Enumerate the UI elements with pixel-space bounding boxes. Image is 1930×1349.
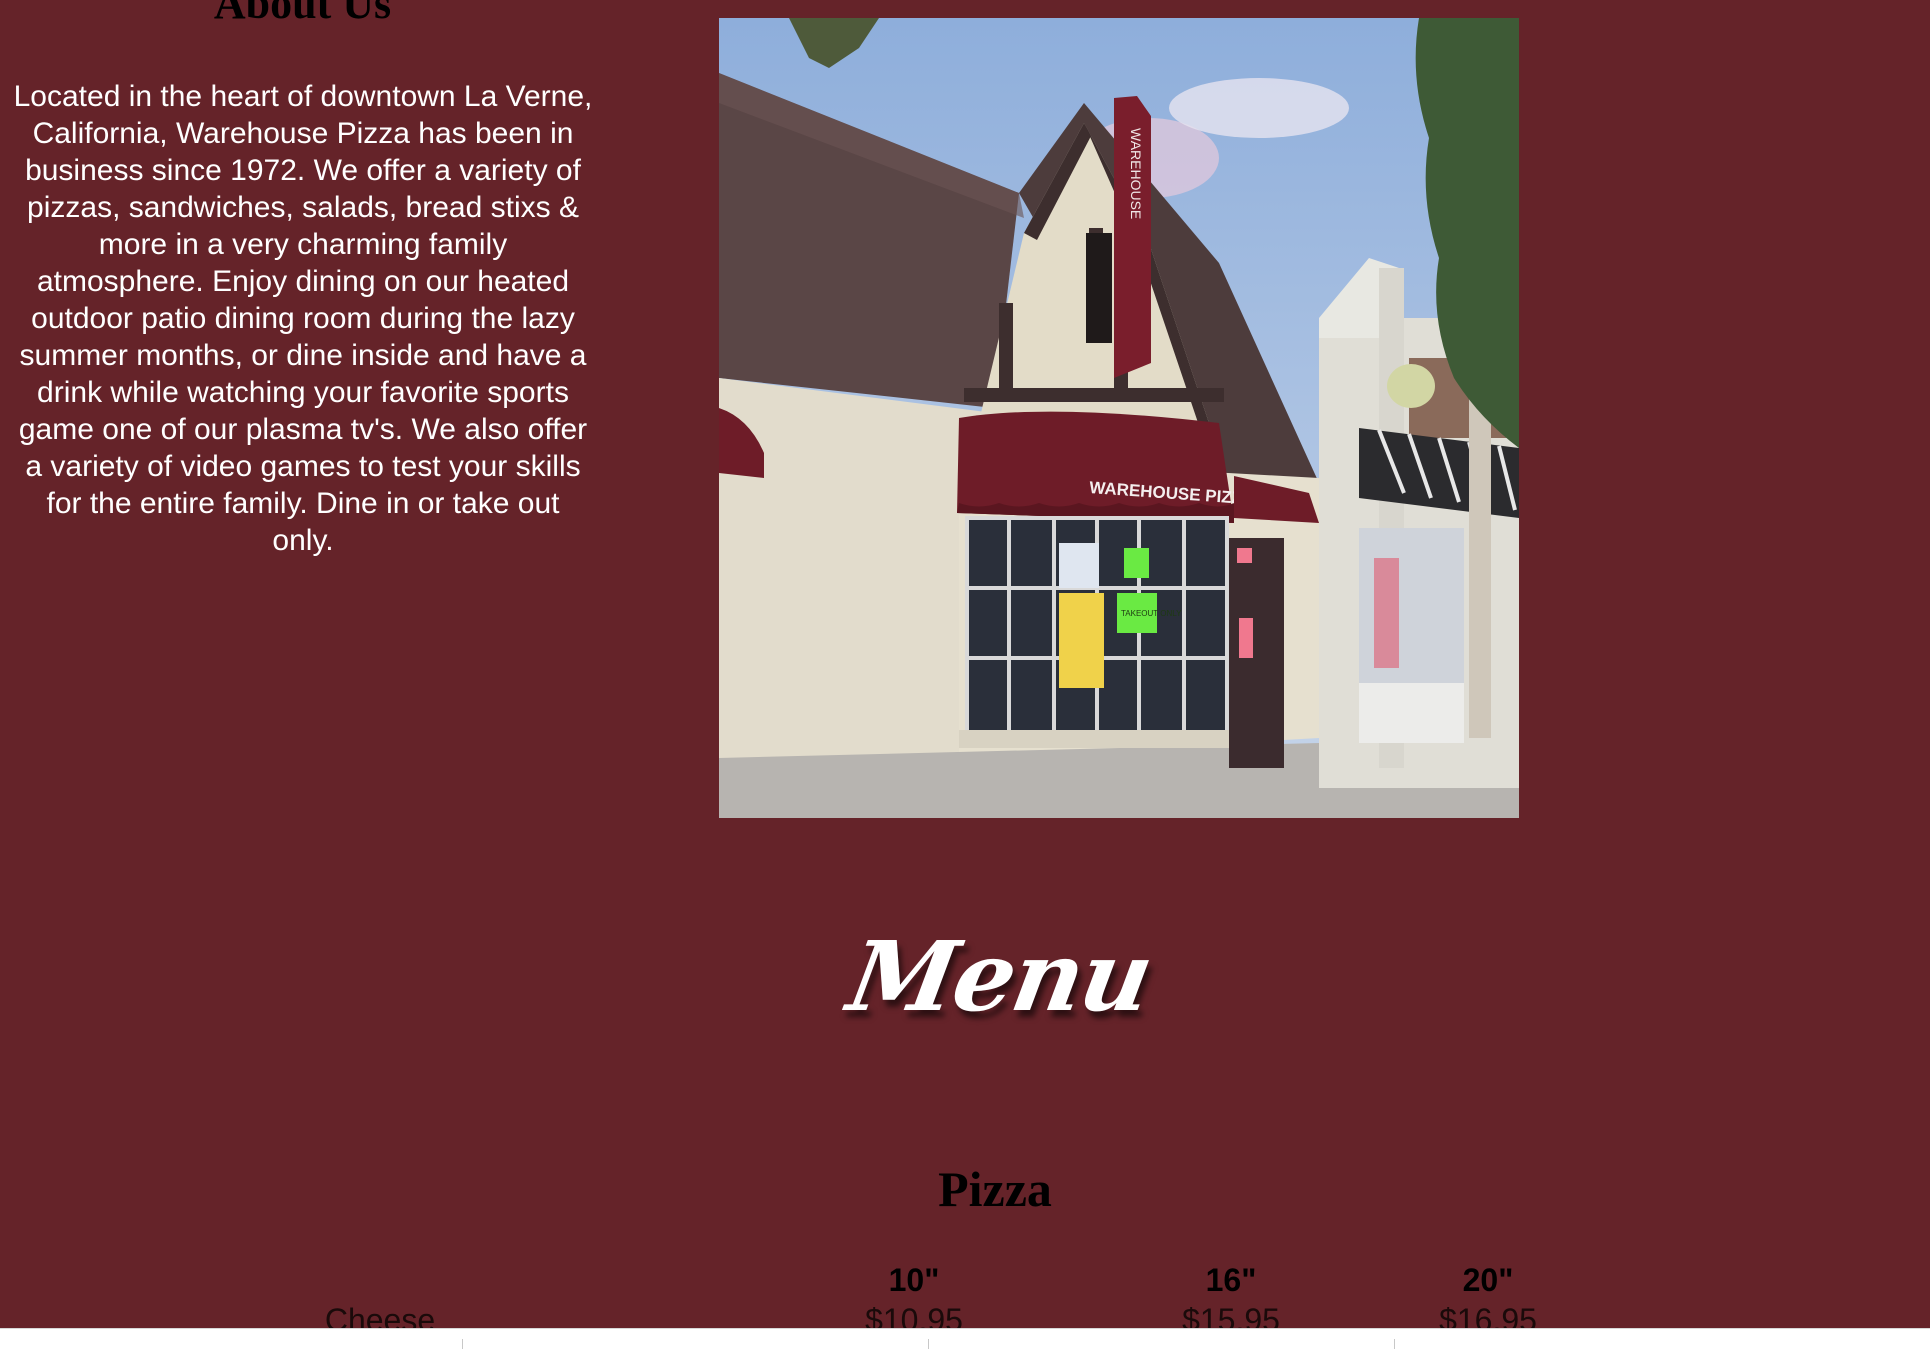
storefront-photo: WAREHOUSE WAREHOUSE PIZZA TAKEOUT ONLY <box>719 18 1519 818</box>
about-us-heading: About Us <box>213 0 392 28</box>
vertical-sign-text: WAREHOUSE <box>1128 128 1144 219</box>
pizza-section-heading: Pizza <box>938 1161 1052 1217</box>
bottom-bar <box>0 1328 1930 1349</box>
size-header-10: 10" <box>888 1262 940 1298</box>
takeout-sign-text: TAKEOUT ONLY <box>1121 609 1182 618</box>
size-header-16: 16" <box>1205 1262 1257 1298</box>
about-us-description: Located in the heart of downtown La Vern… <box>13 80 593 557</box>
menu-heading: Menu <box>840 920 1160 1033</box>
size-header-20: 20" <box>1462 1262 1514 1298</box>
